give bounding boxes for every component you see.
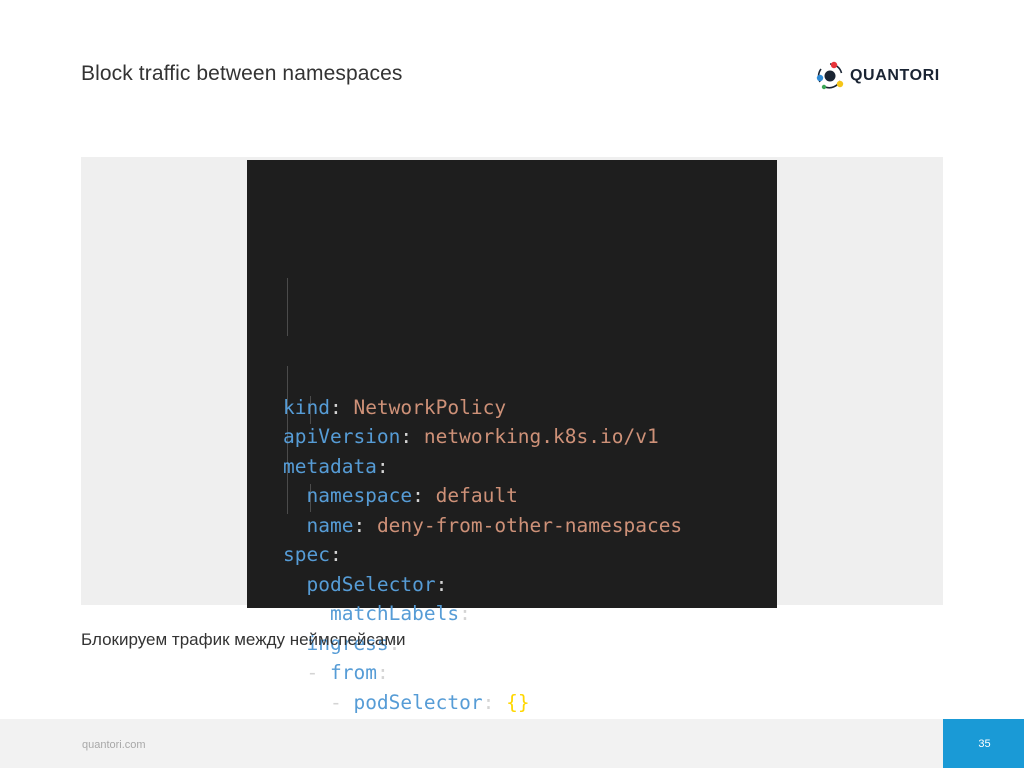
code-separator: : [329,543,342,566]
code-key: kind [283,395,330,419]
page-number: 35 [978,738,991,750]
code-key: matchLabels [329,602,460,625]
code-separator: : [376,454,389,478]
code-block: kind: NetworkPolicy apiVersion: networkin… [247,160,777,714]
code-indent: - [283,661,330,684]
code-key: apiVersion [283,425,401,448]
code-separator: : [412,484,436,507]
indent-guide [287,278,288,336]
code-separator: : [329,395,354,419]
footer-url: quantori.com [82,739,146,751]
code-line: namespace: default [283,481,682,511]
code-line: - podSelector: {} [283,688,682,718]
code-value: deny-from-other-namespaces [376,513,683,537]
code-line: spec: [283,540,682,570]
code-value: {} [506,690,530,714]
code-line: name: deny-from-other-namespaces [283,511,682,541]
code-key: from [329,661,377,684]
code-separator: : [400,425,424,448]
code-separator: : [353,513,377,537]
code-indent: - [283,690,354,714]
slide-title: Block traffic between namespaces [81,62,403,85]
code-key: metadata [283,454,377,478]
code-key: podSelector [353,690,483,714]
code-key: spec [283,543,330,566]
code-separator: : [459,602,471,625]
code-separator: : [435,572,448,596]
quantori-logo: QUANTORI [816,60,940,92]
slide-caption: Блокируем трафик между неймспейсами [81,630,406,649]
code-line: - from: [283,658,682,688]
footer: quantori.com 35 [0,719,1024,768]
code-key: podSelector [306,572,436,596]
code-value: default [435,484,518,507]
logo-text: QUANTORI [850,67,940,84]
code-line: apiVersion: networking.k8s.io/v1 [283,422,682,452]
quantori-logo-icon [816,61,844,90]
code-separator: : [482,690,507,714]
code-separator: : [376,661,389,684]
page-number-box: 35 [943,719,1024,768]
code-value: NetworkPolicy [353,395,507,419]
code-line: metadata: [283,452,682,482]
code-key: namespace [306,484,413,507]
code-line: kind: NetworkPolicy [283,393,682,423]
code-value: networking.k8s.io/v1 [423,425,659,448]
code-line: matchLabels: [283,599,682,629]
code-line: podSelector: [283,570,682,600]
code-key: name [306,513,354,537]
